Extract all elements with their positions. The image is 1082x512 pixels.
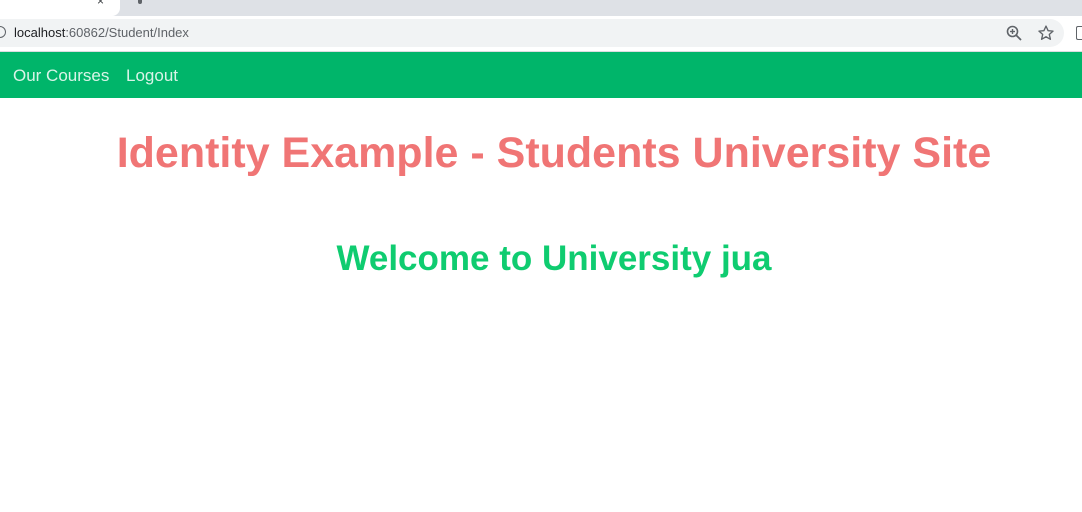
close-tab-icon[interactable]: × (97, 0, 104, 7)
extension-icon[interactable] (1076, 26, 1082, 40)
url-text[interactable]: localhost:60862/Student/Index (14, 25, 189, 41)
nav-link-logout[interactable]: Logout (126, 66, 178, 86)
page-title: Identity Example - Students University S… (116, 129, 992, 177)
tab-strip: × (0, 0, 1082, 16)
site-navbar: Our Courses Logout (0, 52, 1082, 98)
star-icon[interactable] (1037, 24, 1055, 42)
nav-link-our-courses[interactable]: Our Courses (13, 66, 109, 86)
url-host: localhost (14, 25, 66, 40)
url-path: :60862/Student/Index (65, 25, 189, 40)
welcome-heading: Welcome to University jua (336, 239, 772, 278)
next-tab-fragment[interactable] (138, 0, 142, 4)
zoom-icon[interactable] (1006, 25, 1022, 41)
browser-toolbar: localhost:60862/Student/Index (0, 16, 1082, 52)
active-tab[interactable]: × (0, 0, 120, 16)
